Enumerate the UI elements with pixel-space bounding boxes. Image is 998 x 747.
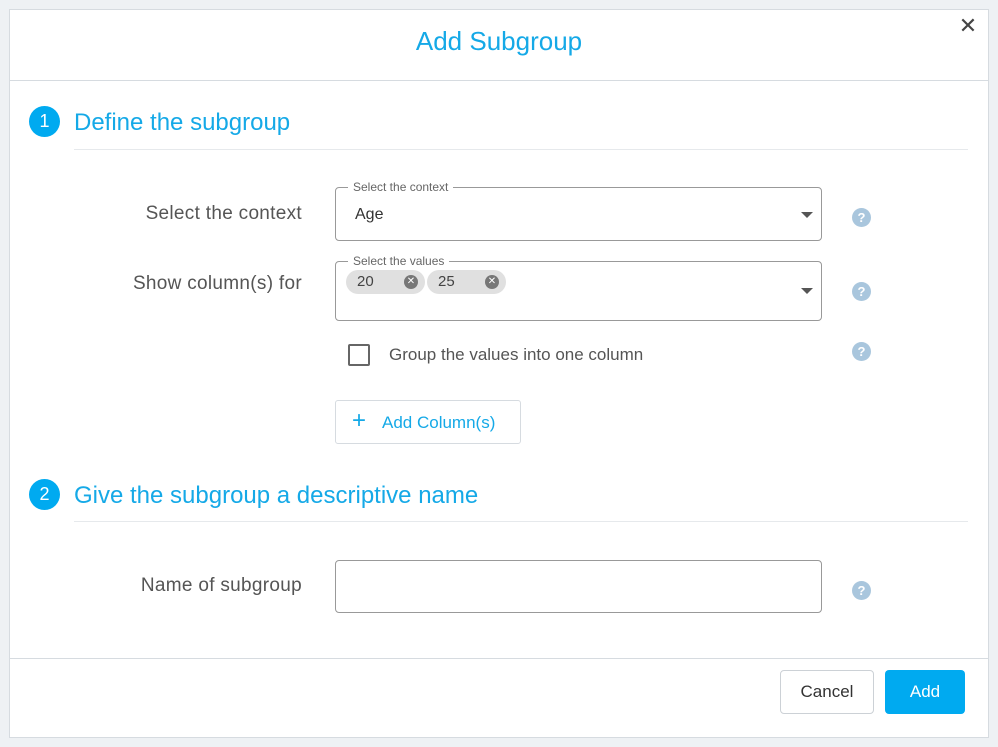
values-label: Show column(s) for [132,273,302,294]
group-values-label: Group the values into one column [389,345,644,364]
step-2-title: Give the subgroup a descriptive name [74,482,479,509]
add-subgroup-dialog: Add Subgroup ✕ 1 Define the subgroup Sel… [9,9,989,738]
close-icon[interactable]: ✕ [956,14,980,38]
footer-divider [10,658,988,659]
group-help-icon[interactable]: ? [852,342,871,361]
subgroup-name-input[interactable] [335,560,822,613]
context-help-icon[interactable]: ? [852,208,871,227]
values-legend: Select the values [348,254,450,268]
remove-chip-icon[interactable]: ✕ [404,275,418,289]
plus-icon: + [352,407,367,434]
add-columns-button[interactable]: + Add Column(s) [335,400,521,444]
value-chip: 20 ✕ [346,270,425,294]
group-values-checkbox[interactable] [348,344,370,366]
context-legend: Select the context [348,180,454,194]
chevron-down-icon[interactable] [801,288,813,294]
value-chip-label: 25 [438,273,455,290]
value-chip-label: 20 [357,273,374,290]
step-1-badge: 1 [29,106,60,137]
step-2-badge: 2 [29,479,60,510]
step-2-divider [74,521,968,522]
add-button[interactable]: Add [885,670,965,714]
step-1-divider [74,149,968,150]
chevron-down-icon[interactable] [801,212,813,218]
header-divider [10,80,988,81]
values-help-icon[interactable]: ? [852,282,871,301]
remove-chip-icon[interactable]: ✕ [485,275,499,289]
context-select[interactable]: Select the context Age [335,180,822,241]
context-label: Select the context [145,203,302,224]
cancel-button[interactable]: Cancel [780,670,874,714]
name-label: Name of subgroup [140,575,302,596]
name-help-icon[interactable]: ? [852,581,871,600]
step-1-title: Define the subgroup [74,109,291,136]
add-columns-label: Add Column(s) [382,413,496,432]
context-value: Age [355,206,384,223]
dialog-title: Add Subgroup [415,26,583,56]
value-chip: 25 ✕ [427,270,506,294]
values-select[interactable]: Select the values 20 ✕ 25 ✕ [335,254,822,321]
